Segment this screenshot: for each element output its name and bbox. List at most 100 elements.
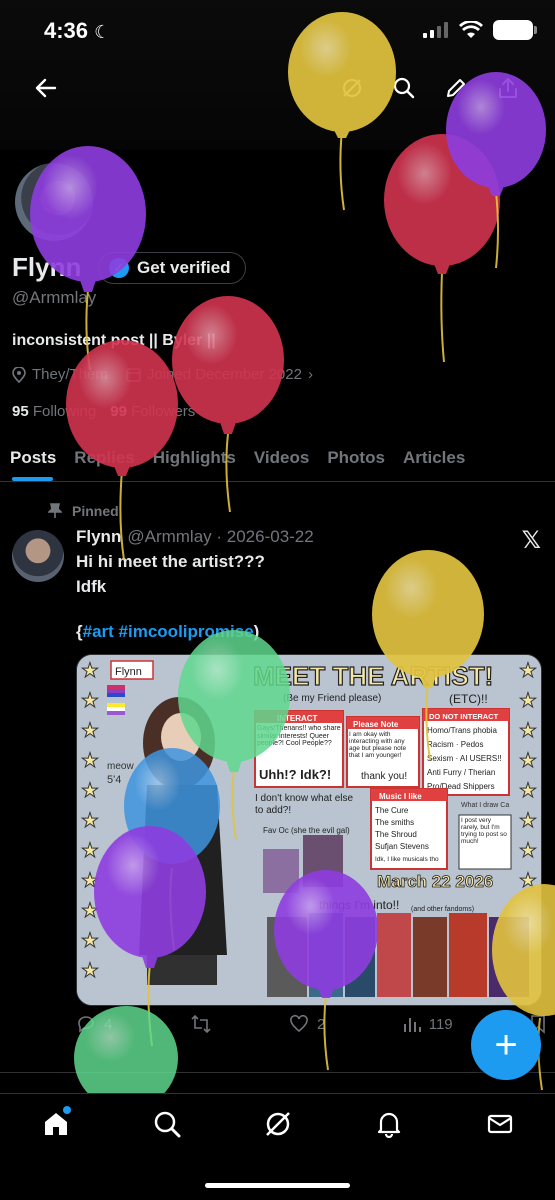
post-text-line2: Idfk [76,577,107,596]
tab-replies[interactable]: Replies [65,436,143,481]
svg-text:★: ★ [81,870,99,892]
following-count: 95 [12,403,29,420]
artwork-other-fandoms: (and other fandoms) [411,906,474,913]
following-link[interactable]: 95 Following [12,403,96,420]
nav-search[interactable] [142,1110,192,1150]
svg-text:★: ★ [81,720,99,742]
svg-text:★: ★ [519,750,537,772]
artwork-dni-item-3: Sexism · AI USERS!! [427,754,502,763]
grok-button[interactable] [332,68,372,108]
tab-photos[interactable]: Photos [318,436,394,481]
pin-icon [48,503,62,518]
compose-button[interactable]: + [471,1010,541,1080]
post-text-line1: Hi hi meet the artist??? [76,552,265,571]
post-author[interactable]: Flynn [76,527,121,547]
views-icon [403,1018,421,1032]
home-icon [44,1113,67,1135]
post-media-image[interactable]: ★ ★ ★ ★ ★ ★ ★ ★ ★ ★ ★ ★ ★ ★ ★ ★ ★ ★ ★ MEET THE ARTIS… [76,654,542,1006]
get-verified-button[interactable]: ✓ Get verified [98,252,246,284]
artwork-dni-item-1: Homo/Trans phobia [427,726,498,735]
artwork-music-item-2: The smiths [375,818,414,827]
x-logo-icon[interactable]: 𝕏 [522,526,541,555]
profile-handle: @Armmlay [12,288,97,307]
hashtag-art[interactable]: #art [83,622,114,641]
artwork-interact-heading: INTERACT [277,714,318,723]
profile-bio: inconsistent post || Byler || [12,332,216,349]
artwork-date: March 22 2026 [377,872,493,891]
share-button[interactable] [488,68,528,108]
moon-icon: ☾ [94,22,111,42]
like-button[interactable]: 2 [289,1014,325,1034]
views-count: 119 [428,1015,453,1033]
artwork-fav-oc: Fav Oc (she the evil gal) [263,827,350,835]
retweet-icon [191,1014,211,1034]
search-button[interactable] [384,68,424,108]
hashtag-open: { [76,622,83,641]
artwork-subtitle: (Be my Friend please) [283,693,381,704]
artwork-draw-heading: What I draw Ca [461,802,509,809]
following-label: Following [32,403,97,420]
joined-date-link[interactable]: Joined December 2022 › [126,366,313,383]
tab-articles[interactable]: Articles [394,436,474,481]
tab-videos[interactable]: Videos [245,436,318,481]
location-icon [12,366,26,383]
pinned-label: Pinned [72,503,119,519]
nav-grok[interactable] [253,1110,303,1150]
reply-count: 4 [104,1015,113,1033]
reply-button[interactable]: 4 [76,1014,112,1034]
artwork-note-text: I am okay with interacting with any age … [349,731,407,760]
retweet-button[interactable] [190,1014,212,1034]
tab-posts[interactable]: Posts [0,436,65,481]
grok-icon [265,1112,290,1136]
back-arrow-icon [35,78,57,98]
profile-tabs: Posts Replies Highlights Videos Photos A… [0,436,555,482]
svg-text:★: ★ [81,660,99,682]
wifi-icon [459,21,483,38]
svg-text:★: ★ [519,870,537,892]
post-hashtags: {#art #imcoolipromise) [76,622,259,642]
profile-avatar[interactable] [12,160,96,244]
balloon-red-right [384,134,500,363]
back-button[interactable] [26,68,66,108]
post-avatar[interactable] [12,530,64,582]
svg-text:★: ★ [519,810,537,832]
artwork-music-item-3: The Shroud [375,830,417,839]
home-indicator [205,1183,350,1188]
svg-text:★: ★ [81,810,99,832]
svg-text:★: ★ [81,900,99,922]
artwork-note-heading: Please Note [353,720,399,729]
reply-icon [78,1016,94,1033]
compose-icon: + [494,1022,518,1067]
artwork-music-item-4: Sufjan Stevens [375,842,429,851]
svg-text:★: ★ [519,720,537,742]
post-handle-date: @Armmlay · 2026-03-22 [127,527,314,546]
artwork-dont-know: I don't know what else to add?! [255,793,354,816]
followers-count: 99 [110,403,127,420]
post-divider [0,1072,555,1073]
views-button[interactable]: 119 [403,1014,453,1034]
chevron-right-icon: › [307,366,313,383]
search-icon [154,1111,180,1138]
verified-check-icon: ✓ [109,258,129,278]
followers-link[interactable]: 99 Followers [110,403,195,420]
hashtag-imcoolipromise[interactable]: #imcoolipromise [119,622,254,641]
tab-highlights[interactable]: Highlights [144,436,245,481]
edit-button[interactable] [436,68,476,108]
artwork-name-tag: Flynn [115,666,142,678]
nav-home[interactable] [31,1106,81,1150]
artwork-meow: meow [107,761,134,772]
pronouns: They/Them [32,366,108,383]
svg-text:★: ★ [519,840,537,862]
search-icon [393,77,415,99]
artwork-dni-item-2: Racism · Pedos [427,740,483,749]
follow-stats: 95 Following 99 Followers [12,403,195,420]
status-icons [423,20,537,40]
artwork-music-item-1: The Cure [375,806,409,815]
artwork-interact-text: Gays/Therians!! who share similar intere… [257,725,341,748]
nav-messages[interactable] [475,1110,525,1150]
artwork-title: MEET THE ARTIST! [253,661,493,691]
svg-text:★: ★ [81,930,99,952]
calendar-icon [126,368,141,382]
artwork-thank-you: thank you! [361,771,407,782]
nav-notifications[interactable] [364,1110,414,1150]
